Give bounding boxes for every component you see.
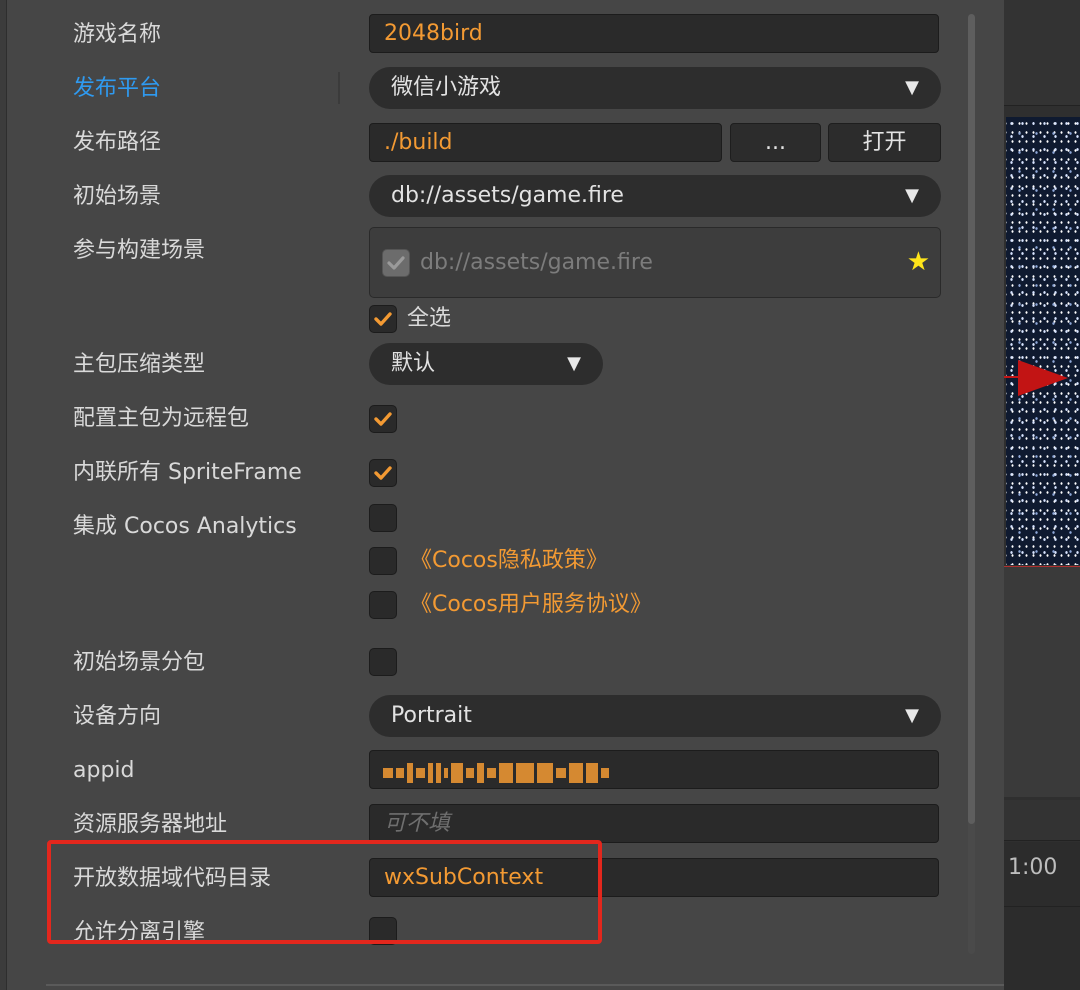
orientation-select-value: Portrait [391, 703, 472, 728]
privacy-policy-link[interactable]: 《Cocos隐私政策》 [410, 547, 608, 575]
start-scene-label: 初始场景 [73, 184, 162, 209]
orientation-label: 设备方向 [73, 704, 162, 729]
game-name-label: 游戏名称 [73, 22, 162, 47]
build-scenes-list: db://assets/game.fire ★ [369, 227, 941, 298]
panel-left-edge [0, 0, 7, 990]
start-scene-select-value: db://assets/game.fire [391, 183, 624, 208]
inline-spriteframe-label: 内联所有 SpriteFrame [73, 460, 302, 485]
viewport-lower-area [1004, 566, 1080, 797]
chevron-down-icon: ▼ [567, 353, 581, 374]
open-folder-button[interactable]: 打开 [828, 123, 941, 162]
timeline-time-label: 1:00 [1008, 855, 1058, 880]
analytics-label: 集成 Cocos Analytics [73, 514, 297, 539]
check-icon [387, 256, 405, 270]
check-icon [374, 412, 392, 426]
browse-button[interactable]: ... [730, 123, 821, 162]
scrollbar-thumb[interactable] [968, 14, 975, 824]
start-scene-select[interactable]: db://assets/game.fire ▼ [369, 175, 941, 217]
scene-item-path: db://assets/game.fire [420, 250, 653, 275]
timeline-header [1004, 800, 1080, 841]
chevron-down-icon: ▼ [905, 705, 919, 726]
timeline-divider [1004, 906, 1080, 907]
compression-select[interactable]: 默认 ▼ [369, 343, 603, 385]
scene-checkbox[interactable] [382, 249, 410, 277]
remote-server-label: 资源服务器地址 [73, 812, 228, 837]
check-icon [374, 466, 392, 480]
service-agreement-checkbox[interactable] [369, 591, 397, 619]
chevron-down-icon: ▼ [905, 185, 919, 206]
analytics-checkbox[interactable] [369, 504, 397, 532]
annotation-highlight-box [47, 840, 602, 944]
platform-label: 发布平台 [73, 76, 162, 101]
privacy-policy-checkbox[interactable] [369, 547, 397, 575]
service-agreement-link[interactable]: 《Cocos用户服务协议》 [410, 591, 652, 619]
build-scenes-label: 参与构建场景 [73, 238, 206, 263]
appid-redacted-value [383, 762, 609, 784]
start-scene-subpackage-label: 初始场景分包 [73, 650, 206, 675]
scene-background-image [1006, 117, 1080, 565]
compression-select-value: 默认 [391, 351, 436, 376]
remote-server-input[interactable]: 可不填 [369, 804, 939, 843]
compression-label: 主包压缩类型 [73, 352, 206, 377]
x-axis-arrow-icon[interactable] [1018, 360, 1068, 396]
remote-main-bundle-label: 配置主包为远程包 [73, 406, 250, 431]
select-all-checkbox[interactable] [369, 305, 397, 333]
appid-label: appid [73, 758, 135, 783]
platform-select[interactable]: 微信小游戏 ▼ [369, 67, 941, 109]
label-resize-divider[interactable] [338, 72, 340, 104]
platform-select-value: 微信小游戏 [391, 75, 502, 100]
build-path-input[interactable]: ./build [369, 123, 722, 162]
select-all-label: 全选 [407, 306, 452, 331]
panel-bottom-divider [46, 984, 1004, 986]
start-scene-subpackage-checkbox[interactable] [369, 648, 397, 676]
viewport-toolbar [1004, 0, 1080, 106]
build-path-label: 发布路径 [73, 130, 162, 155]
build-settings-panel: 游戏名称 2048bird 发布平台 微信小游戏 ▼ 发布路径 ./build … [0, 0, 1004, 990]
star-icon: ★ [906, 247, 930, 277]
scene-viewport: 1:00 [1004, 0, 1080, 990]
remote-main-bundle-checkbox[interactable] [369, 405, 397, 433]
orientation-select[interactable]: Portrait ▼ [369, 695, 941, 737]
inline-spriteframe-checkbox[interactable] [369, 459, 397, 487]
chevron-down-icon: ▼ [905, 77, 919, 98]
game-name-input[interactable]: 2048bird [369, 14, 939, 53]
check-icon [374, 312, 392, 326]
